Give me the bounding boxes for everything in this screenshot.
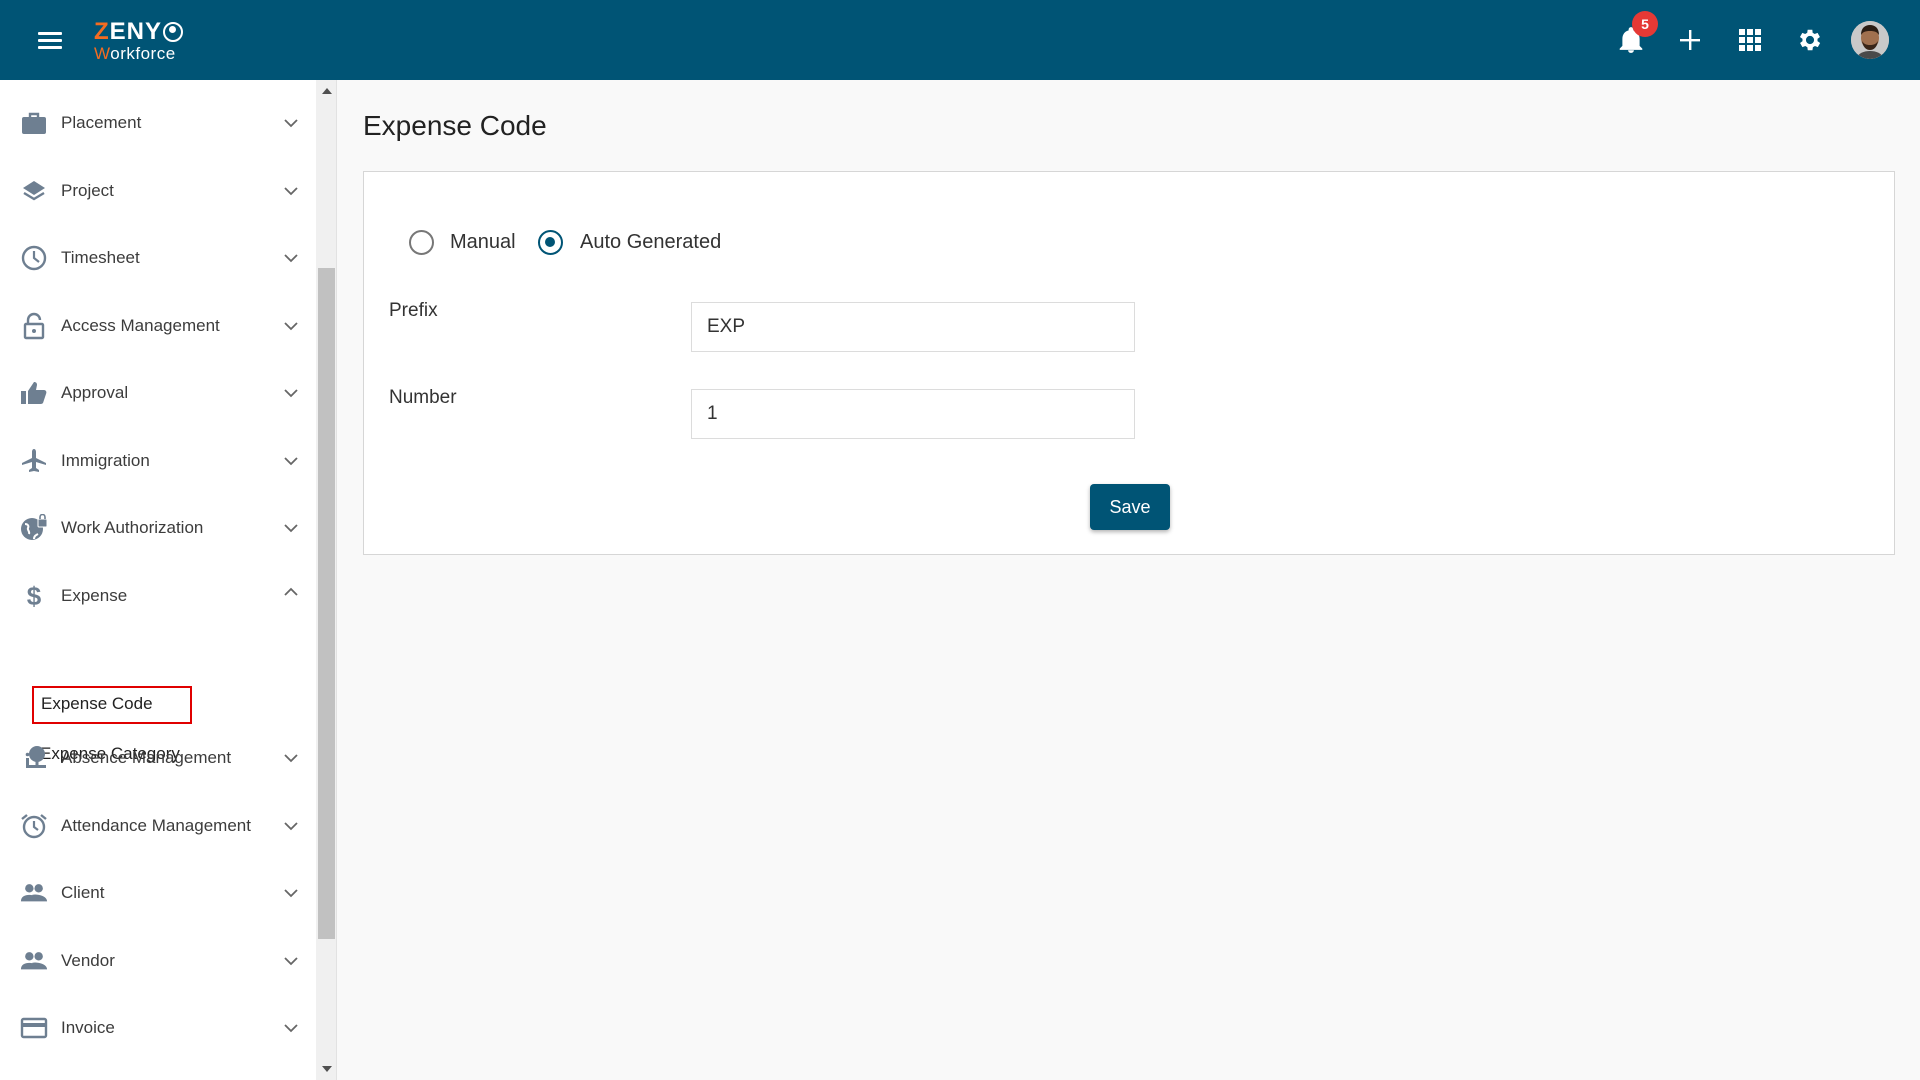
sidebar-item-label: Project — [61, 181, 114, 200]
alarm-clock-icon — [20, 812, 48, 840]
chevron-down-icon — [284, 889, 298, 898]
absence-icon — [20, 744, 48, 772]
scroll-up-arrow-icon[interactable] — [322, 88, 332, 94]
number-label: Number — [389, 387, 457, 408]
menu-icon[interactable] — [38, 32, 62, 50]
sidebar-item-invoice[interactable]: Invoice — [0, 1003, 316, 1053]
chevron-down-icon — [284, 457, 298, 466]
page-title: Expense Code — [363, 110, 547, 141]
logo-subtext: orkforce — [110, 44, 176, 63]
sidebar-item-label: Vendor — [61, 951, 115, 970]
sidebar-item-label: Approval — [61, 383, 129, 402]
sidebar-item-label: Invoice — [61, 1018, 115, 1037]
clock-icon — [20, 244, 48, 272]
layers-icon — [20, 177, 48, 205]
number-input[interactable] — [691, 389, 1135, 439]
chevron-down-icon — [284, 119, 298, 128]
logo-text: ENY — [109, 18, 163, 45]
sidebar-item-approval[interactable]: Approval — [0, 368, 316, 418]
sidebar-item-vendor[interactable]: Vendor — [0, 936, 316, 986]
sidebar-item-client[interactable]: Client — [0, 868, 316, 918]
manual-radio[interactable] — [409, 230, 434, 255]
sidebar-item-absence-management[interactable]: Absence Management — [0, 733, 316, 783]
sidebar-item-label: Attendance Management — [61, 816, 251, 835]
chevron-down-icon — [284, 524, 298, 533]
scrollbar-thumb[interactable] — [318, 268, 335, 939]
lock-icon — [20, 312, 48, 340]
auto-generated-radio-label[interactable]: Auto Generated — [580, 230, 721, 255]
prefix-label: Prefix — [389, 300, 438, 321]
sidebar-subitem-expense-code[interactable]: Expense Code — [32, 686, 192, 724]
thumbs-up-icon — [20, 379, 48, 407]
people-icon — [20, 947, 48, 975]
airplane-icon — [20, 447, 48, 475]
chevron-down-icon — [284, 822, 298, 831]
chevron-down-icon — [284, 957, 298, 966]
chevron-down-icon — [284, 187, 298, 196]
sidebar-item-label: Work Authorization — [61, 518, 204, 537]
save-button[interactable]: Save — [1090, 484, 1170, 530]
people-icon — [20, 879, 48, 907]
sidebar-item-expense[interactable]: $ Expense — [0, 571, 316, 621]
sidebar-scrollbar[interactable] — [316, 80, 337, 1080]
sidebar-item-placement[interactable]: Placement — [0, 98, 316, 148]
sidebar-item-access-management[interactable]: Access Management — [0, 301, 316, 351]
chevron-up-icon — [284, 587, 298, 596]
credit-card-icon — [20, 1014, 48, 1042]
expense-code-form: Manual Auto Generated Prefix Number Save — [363, 171, 1895, 555]
logo-text-accent: Z — [94, 18, 110, 45]
auto-generated-radio[interactable] — [538, 230, 563, 255]
scroll-down-arrow-icon[interactable] — [322, 1066, 332, 1072]
plus-icon[interactable] — [1674, 24, 1706, 56]
globe-lock-icon — [20, 514, 48, 542]
sidebar-item-label: Absence Management — [61, 748, 232, 767]
chevron-down-icon — [284, 322, 298, 331]
sidebar-item-label: Client — [61, 883, 105, 902]
logo-mark-icon — [163, 22, 184, 42]
chevron-down-icon — [284, 389, 298, 398]
chevron-down-icon — [284, 754, 298, 763]
sidebar-item-timesheet[interactable]: Timesheet — [0, 233, 316, 283]
sidebar: Placement Project Timesheet Access Manag… — [0, 80, 316, 1080]
prefix-input[interactable] — [691, 302, 1135, 352]
sidebar-item-project[interactable]: Project — [0, 166, 316, 216]
chevron-down-icon — [284, 1024, 298, 1033]
sidebar-item-label: Immigration — [61, 451, 150, 470]
notification-badge: 5 — [1632, 11, 1658, 37]
sidebar-item-label: Timesheet — [61, 248, 140, 267]
dollar-icon: $ — [26, 580, 42, 611]
avatar[interactable] — [1851, 21, 1889, 59]
logo[interactable]: Z ENY Workforce — [94, 18, 184, 63]
sidebar-item-label: Placement — [61, 113, 142, 132]
chevron-down-icon — [284, 254, 298, 263]
top-header: Z ENY Workforce 5 — [0, 0, 1920, 80]
sidebar-item-attendance-management[interactable]: Attendance Management — [0, 801, 316, 851]
briefcase-icon — [20, 109, 48, 137]
logo-subtext-accent: W — [94, 44, 111, 63]
sidebar-item-work-authorization[interactable]: Work Authorization — [0, 503, 316, 553]
sidebar-item-immigration[interactable]: Immigration — [0, 436, 316, 486]
sidebar-item-label: Expense — [61, 586, 128, 605]
sidebar-item-label: Access Management — [61, 316, 220, 335]
manual-radio-label[interactable]: Manual — [450, 230, 516, 255]
gear-icon[interactable] — [1794, 24, 1826, 56]
apps-grid-icon[interactable] — [1734, 24, 1766, 56]
